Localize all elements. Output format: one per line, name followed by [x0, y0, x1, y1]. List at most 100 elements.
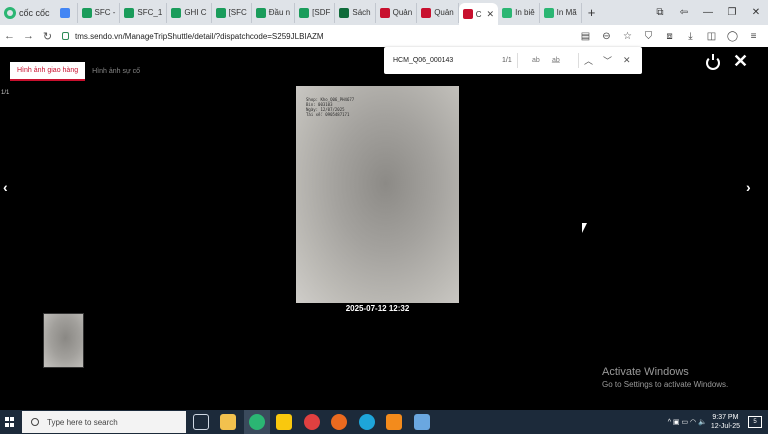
shield-icon[interactable]: ⛉ — [638, 31, 659, 42]
image-counter: 1/1 — [1, 90, 10, 96]
browser-brand[interactable]: cốc cốc — [0, 0, 56, 25]
whole-word-toggle[interactable]: a̲b̲ — [552, 57, 560, 64]
browser-toolbar: ▤ ⊖ ☆ ⛉ ⧈ ⤓ ◫ ◯ ≡ — [575, 25, 764, 47]
clock[interactable]: 9:37 PM 12-Jul-25 — [711, 413, 740, 431]
address-bar: ← → ↻ tms.sendo.vn/ManageTripShuttle/det… — [0, 25, 768, 47]
browser-tab[interactable]: Quản — [376, 2, 418, 23]
browser-tab[interactable]: C ✕ — [458, 3, 499, 25]
browser-tab[interactable]: [SDF — [295, 2, 336, 23]
tab-incident-images[interactable]: Hình ảnh sự cố — [85, 62, 147, 81]
tab-favicon-icon — [215, 7, 226, 18]
task-view-icon[interactable] — [193, 414, 209, 430]
tray-icons[interactable]: ^ ▣ ▭ ◠ 🔈 — [668, 418, 707, 426]
extensions-icon[interactable]: ⧈ — [659, 31, 680, 42]
browser-tab[interactable]: In Mã — [540, 2, 582, 23]
tab-label: Đầu n — [268, 8, 291, 17]
sticky-notes-icon[interactable] — [276, 414, 292, 430]
coccoc-taskbar-icon[interactable] — [249, 414, 265, 430]
tab-search-icon[interactable]: ⧉ — [648, 7, 672, 18]
browser-tab[interactable]: Quản — [417, 2, 459, 23]
window-controls: ⧉ ⇦ — ❐ ✕ — [648, 0, 768, 25]
page-info-icon[interactable]: ▤ — [575, 31, 596, 42]
tab-favicon-icon — [171, 7, 182, 18]
reload-icon[interactable]: ↻ — [38, 30, 57, 43]
browser-tab-strip: cốc cốc SFC - SFC_1 GHI C [SFC Đầu n [SDF Sách… — [0, 0, 768, 25]
tab-favicon-icon — [255, 7, 266, 18]
photo-thumbnail[interactable] — [43, 313, 84, 368]
messenger-icon[interactable] — [331, 414, 347, 430]
next-image-arrow[interactable]: › — [746, 179, 751, 195]
profile-icon[interactable]: ◯ — [722, 31, 743, 42]
mouse-cursor-icon — [582, 223, 587, 233]
system-tray: ^ ▣ ▭ ◠ 🔈 9:37 PM 12-Jul-25 5 — [668, 410, 768, 434]
clock-date: 12-Jul-25 — [710, 423, 740, 430]
tab-label: SFC - — [94, 8, 116, 17]
taskbar-search[interactable]: Type here to search — [22, 411, 186, 433]
find-close-button[interactable]: ✕ — [623, 55, 631, 66]
bookmark-star-icon[interactable]: ☆ — [617, 31, 638, 42]
notes-app-icon[interactable] — [414, 414, 430, 430]
tab-favicon-icon — [502, 7, 513, 18]
coccoc-logo-icon — [4, 6, 16, 19]
tab-favicon-icon — [379, 7, 390, 18]
sidebar-icon[interactable]: ◫ — [701, 31, 722, 42]
taskbar: Type here to search ^ ▣ ▭ ◠ 🔈 9:37 PM 12… — [0, 410, 768, 434]
chat-app-icon[interactable] — [304, 414, 320, 430]
edge-icon[interactable] — [359, 414, 375, 430]
find-next-button[interactable]: ﹀ — [603, 54, 612, 67]
close-tab-icon[interactable]: ✕ — [487, 9, 495, 20]
notification-icon[interactable]: 5 — [748, 416, 762, 428]
new-tab-button[interactable]: + — [588, 5, 596, 20]
url-text: tms.sendo.vn/ManageTripShuttle/detail/?d… — [75, 31, 324, 41]
windows-start-icon[interactable] — [5, 417, 15, 427]
app-icon[interactable] — [386, 414, 402, 430]
photo-timestamp: 2025-07-12 12:32 — [345, 304, 410, 313]
back-icon[interactable]: ← — [0, 30, 19, 42]
forward-icon[interactable]: → — [19, 30, 38, 42]
search-placeholder: Type here to search — [47, 417, 118, 427]
browser-tab[interactable]: [SFC — [212, 2, 252, 23]
file-explorer-icon[interactable] — [220, 414, 236, 430]
close-viewer-icon[interactable]: ✕ — [733, 51, 748, 72]
browser-tab[interactable]: Sách — [335, 2, 376, 23]
match-case-toggle[interactable]: ab — [532, 57, 540, 64]
tab-favicon-icon — [299, 7, 310, 18]
delivery-photo: Shop: Kho_Q06_PH4677 Bin: 003103 Ngày: 1… — [296, 86, 459, 303]
find-prev-button[interactable]: ︿ — [584, 54, 593, 67]
photo-stamp: Shop: Kho_Q06_PH4677 Bin: 003103 Ngày: 1… — [306, 97, 355, 117]
find-match-count: 1/1 — [502, 57, 512, 64]
tab-label: SFC_1 — [137, 8, 163, 17]
find-input[interactable]: HCM_Q06_000143 — [393, 57, 453, 64]
browser-tab[interactable]: In biê — [498, 2, 540, 23]
tab-label: [SFC — [228, 8, 247, 17]
tab-label: [SDF — [312, 8, 331, 17]
tab-delivery-images[interactable]: Hình ảnh giao hàng — [10, 62, 86, 81]
tab-label: In Mã — [556, 8, 577, 17]
maximize-button[interactable]: ❐ — [720, 7, 744, 18]
tab-favicon-icon — [421, 7, 432, 18]
tab-favicon-icon — [462, 9, 473, 19]
tab-label: C — [475, 9, 482, 19]
browser-tab[interactable]: GHI C — [167, 2, 212, 23]
tab-favicon-icon — [543, 7, 554, 18]
tab-favicon-icon — [124, 7, 135, 18]
prev-image-arrow[interactable]: ‹ — [3, 179, 8, 195]
tab-label: GHI C — [184, 8, 207, 17]
close-window-button[interactable]: ✕ — [744, 7, 768, 18]
rotate-icon[interactable] — [706, 54, 720, 70]
download-icon[interactable]: ⤓ — [680, 31, 701, 42]
minimize-button[interactable]: — — [696, 7, 720, 18]
tab-favicon-icon — [81, 7, 92, 18]
tab-back-icon[interactable]: ⇦ — [672, 7, 696, 18]
browser-tab[interactable]: SFC_1 — [120, 2, 168, 23]
browser-tab[interactable]: Đầu n — [252, 2, 296, 23]
viewer-tabs: Hình ảnh giao hàng Hình ảnh sự cố — [10, 62, 147, 81]
browser-tab[interactable]: SFC - — [78, 2, 121, 23]
menu-icon[interactable]: ≡ — [743, 31, 764, 42]
tab-label: Quản — [392, 8, 413, 17]
browser-tab[interactable] — [56, 2, 78, 23]
url-field[interactable]: tms.sendo.vn/ManageTripShuttle/detail/?d… — [62, 25, 324, 47]
lock-icon — [62, 32, 69, 40]
zoom-icon[interactable]: ⊖ — [596, 31, 617, 42]
tab-label: Quản — [434, 8, 454, 17]
